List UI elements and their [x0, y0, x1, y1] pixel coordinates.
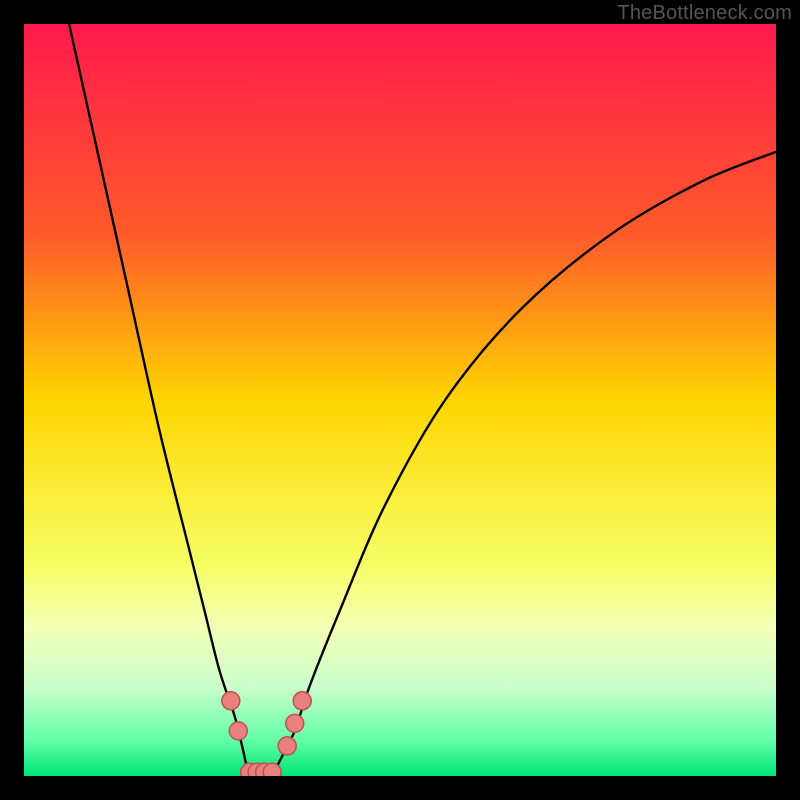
chart-background — [24, 24, 776, 776]
watermark-text: TheBottleneck.com — [617, 2, 792, 25]
marker-dot — [222, 692, 240, 710]
chart-frame — [24, 24, 776, 776]
marker-dot — [278, 737, 296, 755]
marker-dot — [286, 714, 304, 732]
chart-svg — [24, 24, 776, 776]
marker-dot — [293, 692, 311, 710]
marker-dot — [229, 722, 247, 740]
marker-dot — [263, 763, 281, 776]
